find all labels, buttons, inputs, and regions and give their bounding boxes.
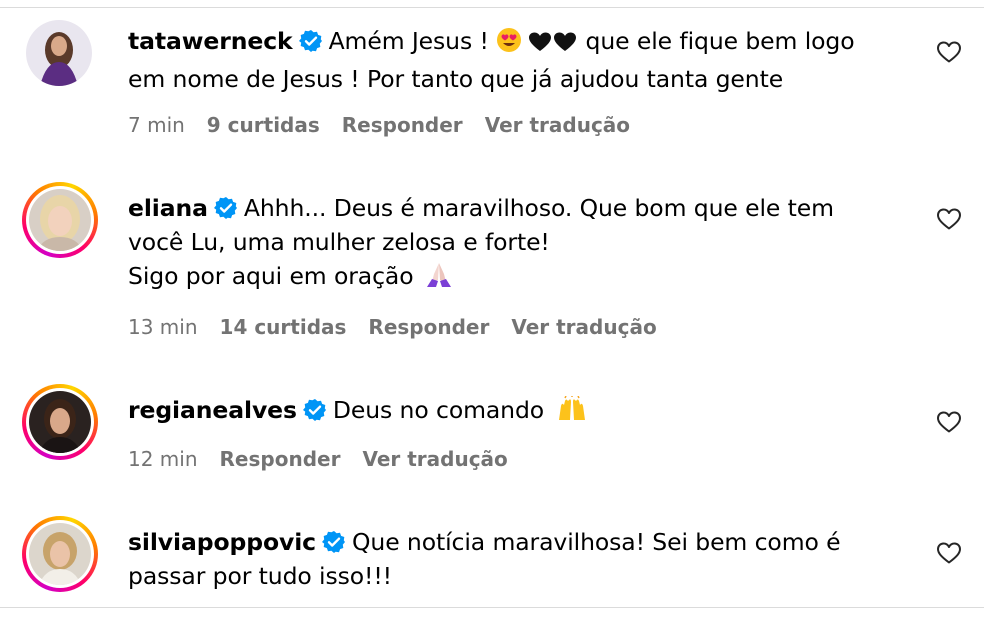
avatar[interactable] xyxy=(22,384,98,460)
comment-text: tatawerneck Amém Jesus ! que ele fique be… xyxy=(128,24,898,96)
heart-outline-icon[interactable] xyxy=(936,40,962,64)
timestamp[interactable]: 7 min xyxy=(128,113,185,137)
translate-button[interactable]: Ver tradução xyxy=(485,113,630,137)
avatar[interactable] xyxy=(26,20,92,86)
comment-text-line: passar por tudo isso!!! xyxy=(128,562,392,590)
comment-text-part: Que notícia maravilhosa! Sei bem como é xyxy=(352,528,841,556)
likes-count[interactable]: 14 curtidas xyxy=(220,315,347,339)
timestamp[interactable]: 12 min xyxy=(128,447,198,471)
likes-count[interactable]: 9 curtidas xyxy=(207,113,320,137)
comment-text-line: Sigo por aqui em oração xyxy=(128,262,414,290)
verified-badge-icon xyxy=(322,531,345,553)
comment-text-line: você Lu, uma mulher zelosa e forte! xyxy=(128,228,550,256)
translate-button[interactable]: Ver tradução xyxy=(511,315,656,339)
reply-button[interactable]: Responder xyxy=(368,315,489,339)
comment-text-part: Deus no comando xyxy=(332,396,545,424)
verified-badge-icon xyxy=(302,399,326,421)
black-hearts-emoji xyxy=(528,28,578,62)
username[interactable]: silviapoppovic xyxy=(128,528,316,556)
username[interactable]: regianealves xyxy=(128,396,297,424)
praying-hands-emoji xyxy=(424,260,454,297)
comment-text-part: que ele fique bem logo xyxy=(578,27,855,55)
comment-text-part: Ahhh... Deus é maravilhoso. Que bom que … xyxy=(243,194,834,222)
comment-text: silviapoppovic Que notícia maravilhosa! S… xyxy=(128,525,898,593)
comment-text: regianealves Deus no comando xyxy=(128,393,898,431)
comment-text-part: Amém Jesus ! xyxy=(328,27,497,55)
bottom-divider xyxy=(0,607,984,608)
verified-badge-icon xyxy=(298,30,322,52)
username[interactable]: tatawerneck xyxy=(128,27,293,55)
comment-meta: 12 min Responder Ver tradução xyxy=(128,447,530,471)
username[interactable]: eliana xyxy=(128,194,208,222)
comment-meta: 7 min 9 curtidas Responder Ver tradução xyxy=(128,113,652,137)
timestamp[interactable]: 13 min xyxy=(128,315,198,339)
top-divider xyxy=(0,7,984,8)
avatar[interactable] xyxy=(22,182,98,258)
avatar[interactable] xyxy=(22,516,98,592)
translate-button[interactable]: Ver tradução xyxy=(362,447,507,471)
reply-button[interactable]: Responder xyxy=(342,113,463,137)
comment-meta: 13 min 14 curtidas Responder Ver tradução xyxy=(128,315,679,339)
reply-button[interactable]: Responder xyxy=(220,447,341,471)
verified-badge-icon xyxy=(213,197,237,219)
heart-outline-icon[interactable] xyxy=(936,410,962,434)
raising-hands-emoji xyxy=(556,395,588,431)
heart-outline-icon[interactable] xyxy=(936,207,962,231)
heart-outline-icon[interactable] xyxy=(936,541,962,565)
comment-text: eliana Ahhh... Deus é maravilhoso. Que bo… xyxy=(128,191,898,297)
heart-eyes-emoji xyxy=(496,27,522,62)
comment-text-line: em nome de Jesus ! Por tanto que já ajud… xyxy=(128,65,784,93)
